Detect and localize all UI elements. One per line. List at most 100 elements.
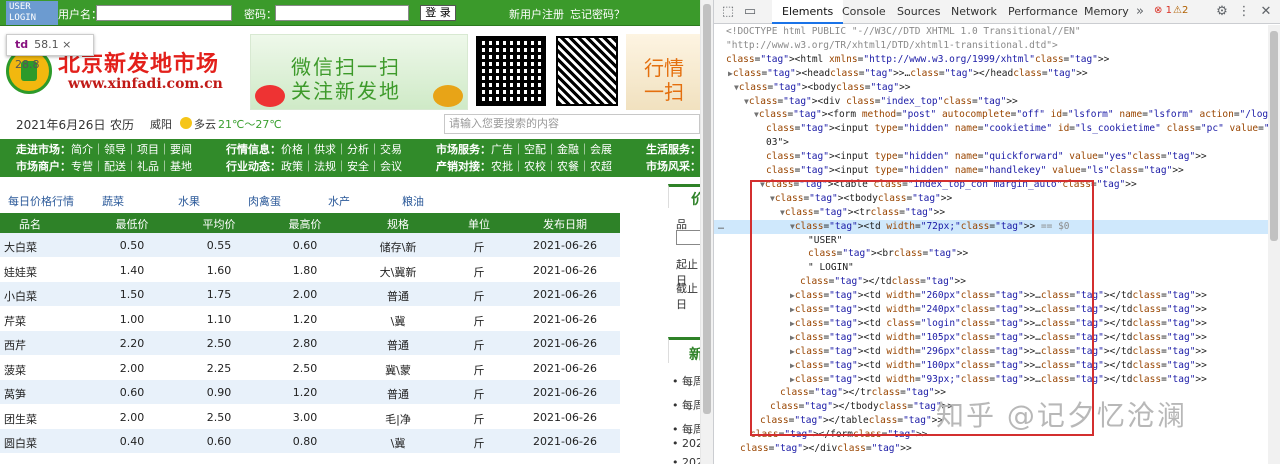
dom-node[interactable]: ▼class="tag"><trclass="tag">> — [714, 206, 1269, 220]
nav-group[interactable]: 市场风采：活 — [646, 158, 700, 174]
table-cell: 斤 — [473, 412, 485, 426]
nav-group[interactable]: 行业动态：政策｜法规｜安全｜会议 — [226, 158, 402, 174]
news-item[interactable]: 2021 — [672, 456, 700, 464]
dom-node[interactable]: ▶class="tag"><td width="93px;"class="tag… — [714, 373, 1269, 387]
nav-group[interactable]: 走进市场：简介｜领导｜项目｜要闻 — [16, 141, 192, 157]
qr-code-icon — [556, 36, 618, 106]
table-row[interactable]: 大白菜 0.50 0.55 0.60 储存\新 斤 2021-06-26 — [0, 233, 620, 257]
table-cell: 娃娃菜 — [4, 265, 37, 279]
selected-node-ellipsis-icon[interactable]: … — [718, 220, 724, 234]
table-cell: \冀 — [390, 437, 406, 450]
dom-node[interactable]: ▶class="tag"><td width="296px"class="tag… — [714, 345, 1269, 359]
dom-node[interactable]: class="tag"><html xmlns="http://www.w3.o… — [714, 53, 1269, 67]
more-tabs-icon[interactable]: » — [1132, 4, 1148, 20]
device-toolbar-icon[interactable]: ▭ — [742, 4, 758, 20]
dom-node[interactable]: <!DOCTYPE html PUBLIC "-//W3C//DTD XHTML… — [714, 25, 1269, 39]
dom-node[interactable]: ▶class="tag"><td width="240px"class="tag… — [714, 303, 1269, 317]
dom-node[interactable]: ▼class="tag"><form method="post" autocom… — [714, 108, 1269, 122]
register-link[interactable]: 新用户注册 — [509, 6, 564, 22]
tab-meat-eggs[interactable]: 肉禽蛋 — [248, 193, 281, 209]
tab-fruits[interactable]: 水果 — [178, 193, 200, 209]
dom-node[interactable]: class="tag"><input type="hidden" name="q… — [714, 150, 1269, 164]
dom-node[interactable]: ▼class="tag"><div class="index_top"class… — [714, 95, 1269, 109]
login-button[interactable]: 登 录 — [420, 5, 456, 21]
table-row[interactable]: 西芹 2.20 2.50 2.80 普通 斤 2021-06-26 — [0, 331, 620, 355]
news-item[interactable]: 2021 — [672, 437, 700, 450]
fruit-decoration-icon — [255, 85, 285, 107]
weather-condition: 多云 — [194, 118, 216, 131]
dom-node[interactable]: class="tag"><input type="hidden" name="h… — [714, 164, 1269, 178]
table-cell: 斤 — [473, 314, 485, 328]
column-header: 单位 — [468, 218, 490, 231]
nav-group[interactable]: 行情信息：价格｜供求｜分析｜交易 — [226, 141, 402, 157]
site-search-input[interactable]: 请输入您要搜索的内容 — [444, 114, 700, 134]
table-cell: 0.90 — [206, 386, 232, 399]
inspect-element-icon[interactable]: ⬚ — [720, 4, 736, 20]
error-count-badge[interactable]: ⊗ 1 — [1154, 5, 1172, 16]
settings-gear-icon[interactable]: ⚙ — [1214, 4, 1230, 20]
zhihu-watermark: 知乎 @记夕忆沧澜 — [936, 399, 1187, 432]
banner2-line2: 一扫 — [644, 80, 684, 104]
dom-node[interactable]: class="tag"><brclass="tag">> — [714, 247, 1269, 261]
dom-scrollbar[interactable] — [1268, 25, 1280, 464]
table-cell: 1.60 — [206, 263, 232, 277]
tab-grain-oil[interactable]: 粮油 — [402, 193, 424, 209]
dom-node[interactable]: class="tag"><input type="hidden" name="c… — [714, 122, 1269, 136]
table-row[interactable]: 莴笋 0.60 0.90 1.20 普通 斤 2021-06-26 — [0, 380, 620, 404]
column-header: 最高价 — [288, 218, 322, 231]
table-cell: 莴笋 — [4, 388, 26, 401]
dom-node-selected[interactable]: ▼class="tag"><td width="72px;"class="tag… — [714, 219, 1269, 234]
wechat-banner[interactable]: 微信扫一扫 关注新发地 — [250, 34, 468, 110]
password-input[interactable] — [275, 5, 409, 21]
page-scrollbar[interactable] — [700, 0, 713, 464]
dom-node[interactable]: ▶class="tag"><td class="login"class="tag… — [714, 317, 1269, 331]
query-input[interactable] — [676, 230, 700, 245]
dom-node[interactable]: ▶class="tag"><td width="260px"class="tag… — [714, 289, 1269, 303]
dom-node[interactable]: ▶class="tag"><td width="105px"class="tag… — [714, 331, 1269, 345]
scrollbar-thumb[interactable] — [703, 4, 711, 414]
username-input[interactable] — [96, 5, 232, 21]
news-item[interactable]: 每周 — [672, 373, 700, 389]
table-cell: 3.00 — [292, 410, 318, 424]
dom-node[interactable]: ▶class="tag"><headclass="tag">>…class="t… — [714, 67, 1269, 81]
tab-memory[interactable]: Memory — [1074, 0, 1139, 24]
forgot-password-link[interactable]: 忘记密码？ — [570, 6, 625, 22]
dom-node[interactable]: " LOGIN" — [714, 261, 1269, 275]
tab-vegetables[interactable]: 蔬菜 — [102, 193, 124, 209]
table-row[interactable]: 芹菜 1.00 1.10 1.20 \冀 斤 2021-06-26 — [0, 307, 620, 331]
nav-group[interactable]: 生活服务：商 — [646, 141, 700, 157]
close-icon[interactable]: ✕ — [1258, 4, 1274, 20]
dom-node[interactable]: 03"> — [714, 136, 1269, 150]
table-cell: 1.80 — [292, 263, 318, 277]
nav-group[interactable]: 市场商户：专营｜配送｜礼品｜基地 — [16, 158, 192, 174]
table-row[interactable]: 菠菜 2.00 2.25 2.50 冀\蒙 斤 2021-06-26 — [0, 356, 620, 380]
user-login-line-1: USER — [9, 2, 31, 12]
dom-node[interactable]: ▶class="tag"><td width="100px"class="tag… — [714, 359, 1269, 373]
table-row[interactable]: 小白菜 1.50 1.75 2.00 普通 斤 2021-06-26 — [0, 282, 620, 306]
column-header: 平均价 — [202, 218, 236, 231]
table-cell: 2.50 — [206, 337, 232, 350]
table-row[interactable]: 圆白菜 0.40 0.60 0.80 \冀 斤 2021-06-26 — [0, 429, 620, 453]
market-banner[interactable]: 行情 一扫 — [626, 34, 700, 110]
warning-count-badge[interactable]: ⚠2 — [1173, 5, 1188, 16]
dom-node[interactable]: "USER" — [714, 234, 1269, 248]
dom-node[interactable]: ▼class="tag"><bodyclass="tag">> — [714, 81, 1269, 95]
scrollbar-thumb[interactable] — [1270, 31, 1278, 241]
dom-node[interactable]: "http://www.w3.org/TR/xhtml1/DTD/xhtml1-… — [714, 39, 1269, 53]
dom-node[interactable]: class="tag"></tdclass="tag">> — [714, 275, 1269, 289]
table-cell: 1.00 — [119, 312, 145, 326]
dom-node[interactable]: ▼class="tag"><tbodyclass="tag">> — [714, 192, 1269, 206]
news-item[interactable]: 每周 — [672, 421, 700, 437]
dom-node[interactable]: class="tag"></divclass="tag">> — [714, 442, 1269, 456]
news-item[interactable]: 每周 — [672, 397, 700, 413]
tab-daily-prices[interactable]: 每日价格行情 — [8, 193, 74, 209]
table-cell: 2021-06-26 — [533, 361, 597, 375]
nav-group[interactable]: 产销对接：农批｜农校｜农餐｜农超 — [436, 158, 612, 174]
tab-seafood[interactable]: 水产 — [328, 193, 350, 209]
table-row[interactable]: 团生菜 2.00 2.50 3.00 毛|净 斤 2021-06-26 — [0, 405, 620, 429]
dom-node[interactable]: ▼class="tag"><table class="index_top_con… — [714, 178, 1269, 192]
main-nav: 走进市场：简介｜领导｜项目｜要闻 行情信息：价格｜供求｜分析｜交易 市场服务：广… — [0, 139, 700, 177]
kebab-menu-icon[interactable]: ⋮ — [1236, 4, 1252, 20]
table-row[interactable]: 娃娃菜 1.40 1.60 1.80 大\冀新 斤 2021-06-26 — [0, 258, 620, 282]
nav-group[interactable]: 市场服务：广告｜空配｜金融｜会展 — [436, 141, 612, 157]
